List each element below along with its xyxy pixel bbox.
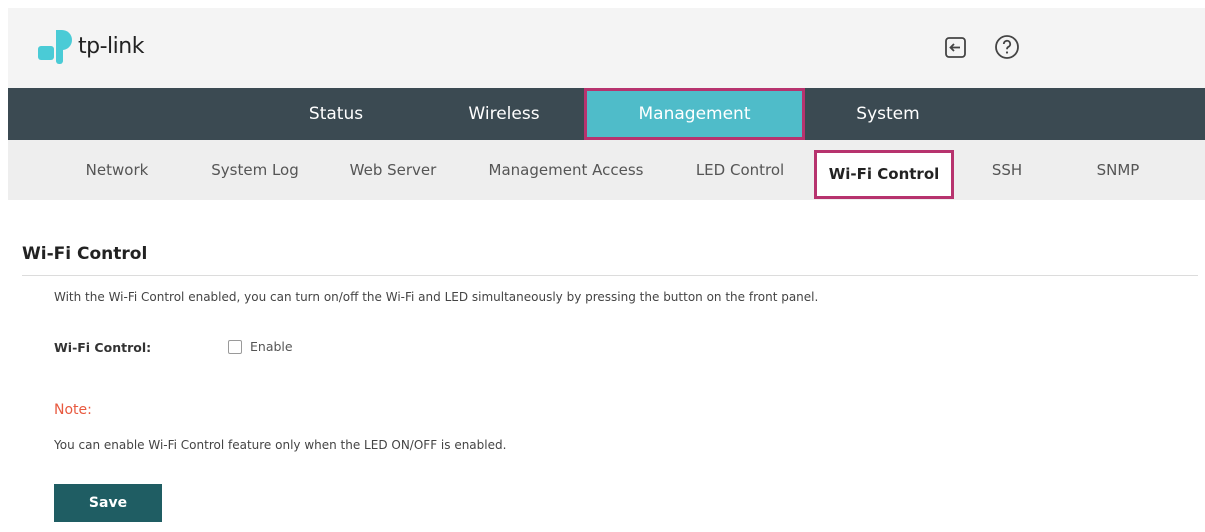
- subnav-ssh[interactable]: SSH: [972, 140, 1042, 200]
- section-divider: [22, 275, 1198, 276]
- tp-link-logo-icon: [38, 30, 72, 64]
- subnav-web-server[interactable]: Web Server: [338, 140, 448, 200]
- subnav-management-access[interactable]: Management Access: [478, 140, 654, 200]
- subnav-snmp[interactable]: SNMP: [1078, 140, 1158, 200]
- help-icon[interactable]: [992, 32, 1022, 62]
- enable-checkbox-wrap[interactable]: Enable: [228, 339, 293, 354]
- tab-system[interactable]: System: [830, 88, 946, 140]
- enable-checkbox-label[interactable]: Enable: [250, 339, 293, 354]
- wifi-control-label: Wi-Fi Control:: [54, 340, 152, 355]
- tp-link-logo[interactable]: tp-link: [34, 26, 144, 66]
- tab-status[interactable]: Status: [278, 88, 394, 140]
- description-text: With the Wi-Fi Control enabled, you can …: [54, 290, 819, 304]
- note-text: You can enable Wi-Fi Control feature onl…: [54, 438, 507, 452]
- page-title: Wi-Fi Control: [22, 244, 148, 264]
- main-nav: Status Wireless Management System: [8, 88, 1205, 140]
- save-button[interactable]: Save: [54, 484, 162, 522]
- enable-checkbox[interactable]: [228, 339, 242, 354]
- header-bar: tp-link: [8, 8, 1205, 88]
- subnav-network[interactable]: Network: [62, 140, 172, 200]
- logout-icon[interactable]: [940, 32, 970, 62]
- note-title: Note:: [54, 402, 92, 418]
- tab-management[interactable]: Management: [584, 88, 805, 140]
- subnav-system-log[interactable]: System Log: [200, 140, 310, 200]
- tab-wireless[interactable]: Wireless: [446, 88, 562, 140]
- sub-nav: Network System Log Web Server Management…: [8, 140, 1205, 200]
- subnav-wifi-control[interactable]: Wi-Fi Control: [814, 150, 954, 199]
- subnav-led-control[interactable]: LED Control: [680, 140, 800, 200]
- brand-name: tp-link: [78, 33, 144, 59]
